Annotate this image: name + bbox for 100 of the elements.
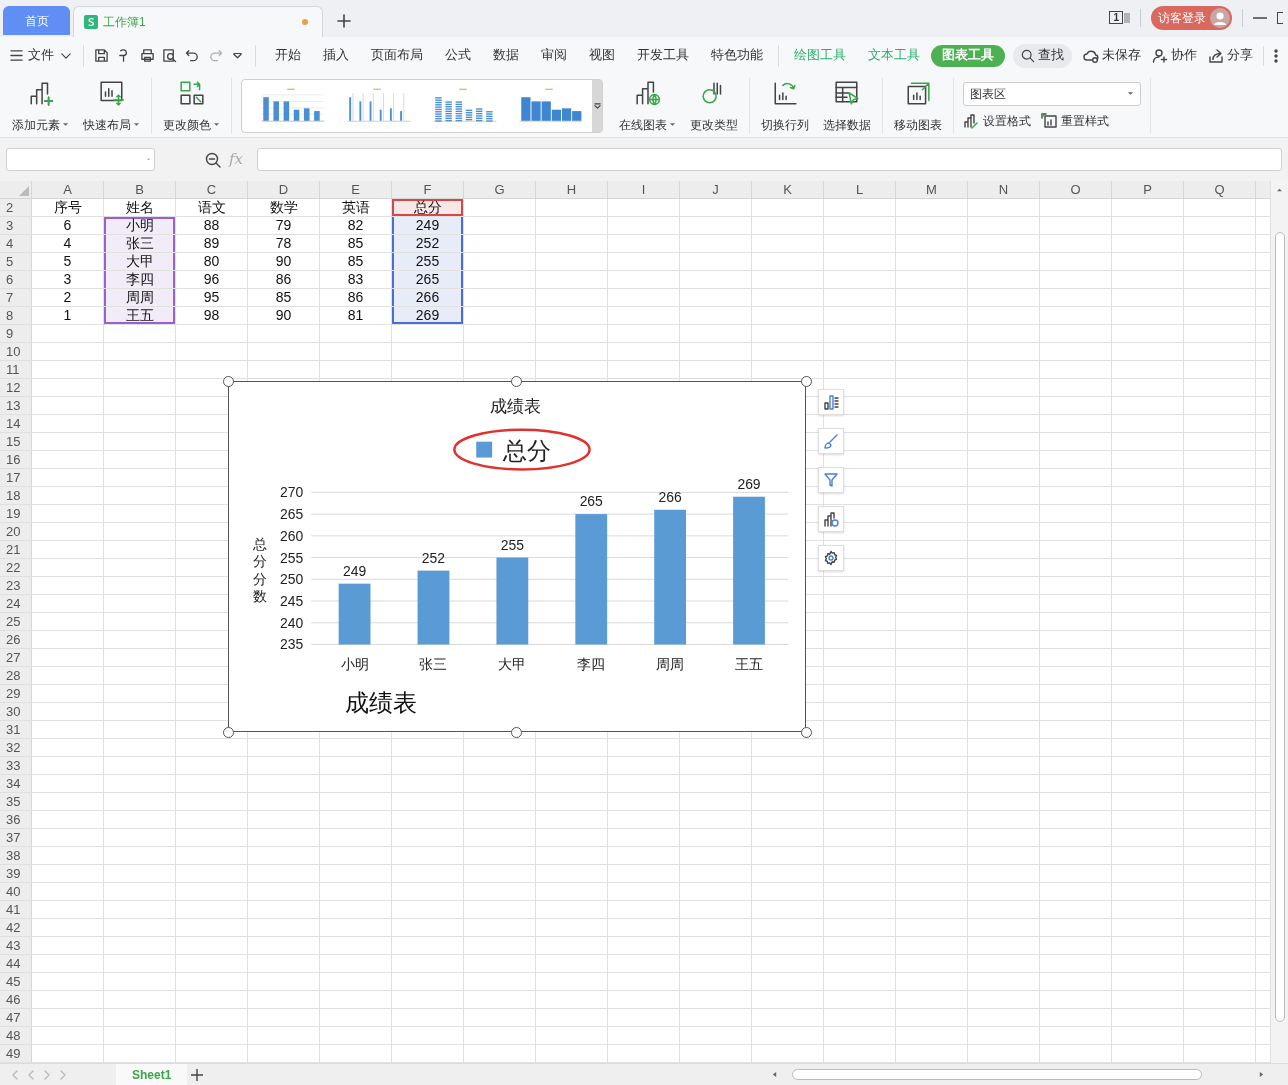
reset-button[interactable]: 重置样式 [1041, 111, 1109, 130]
row-header[interactable]: 37 [0, 829, 32, 846]
ribbon-button[interactable]: 移动图表 [890, 77, 946, 134]
column-header[interactable]: B [104, 181, 176, 198]
column-header[interactable]: H [536, 181, 608, 198]
ribbon-button[interactable]: 在线图表 [615, 77, 680, 134]
row-header[interactable]: 47 [0, 1009, 32, 1026]
row-header[interactable]: 32 [0, 739, 32, 756]
row-header[interactable]: 25 [0, 613, 32, 630]
row-header[interactable]: 16 [0, 451, 32, 468]
guest-login-button[interactable]: 访客登录 [1151, 5, 1232, 30]
row-header[interactable]: 11 [0, 361, 32, 378]
resize-handle[interactable] [222, 726, 234, 738]
ribbon-button[interactable]: 快速布局 [79, 77, 144, 134]
column-header[interactable]: O [1040, 181, 1112, 198]
row-header[interactable]: 15 [0, 433, 32, 450]
ribbon-tab[interactable]: 特色功能 [700, 44, 775, 67]
chart-area[interactable]: 成绩表 总分 235 240 245 250 255 260 265 270 总分分数 249 小明 252 张三 255 大甲 265 李四 266 周周 269 王五 成绩表 [228, 381, 806, 732]
column-header[interactable]: K [752, 181, 824, 198]
file-menu[interactable]: 文件 [10, 46, 77, 65]
row-header[interactable]: 18 [0, 487, 32, 504]
row-header[interactable]: 49 [0, 1045, 32, 1062]
column-header[interactable]: D [248, 181, 320, 198]
resize-handle[interactable] [800, 726, 812, 738]
row-header[interactable]: 42 [0, 919, 32, 936]
scrollbar-thumb[interactable] [792, 1069, 1202, 1080]
row-header[interactable]: 17 [0, 469, 32, 486]
ribbon-button[interactable]: 更改颜色 [159, 77, 224, 134]
ribbon-button[interactable]: 添加元素 [8, 77, 73, 134]
search-button[interactable]: 查找 [1013, 43, 1073, 68]
row-header[interactable]: 31 [0, 721, 32, 738]
row-header[interactable]: 14 [0, 415, 32, 432]
row-header[interactable]: 4 [0, 235, 32, 252]
resize-handle[interactable] [800, 375, 812, 387]
column-header[interactable]: L [824, 181, 896, 198]
row-header[interactable]: 45 [0, 973, 32, 990]
resize-handle[interactable] [510, 375, 522, 387]
ribbon-button[interactable]: 选择数据 [819, 77, 875, 134]
row-header[interactable]: 20 [0, 523, 32, 540]
vertical-scrollbar[interactable] [1270, 181, 1288, 1063]
more-button[interactable] [1274, 48, 1279, 63]
row-header[interactable]: 5 [0, 253, 32, 270]
chart-element-dropdown[interactable]: 图表区 [963, 81, 1141, 106]
ribbon-tab[interactable]: 公式 [434, 44, 483, 67]
row-header[interactable]: 19 [0, 505, 32, 522]
row-header[interactable]: 22 [0, 559, 32, 576]
column-header[interactable]: J [680, 181, 752, 198]
row-header[interactable]: 26 [0, 631, 32, 648]
row-header[interactable]: 3 [0, 217, 32, 234]
row-header[interactable]: 21 [0, 541, 32, 558]
row-header[interactable]: 7 [0, 289, 32, 306]
row-header[interactable]: 13 [0, 397, 32, 414]
ribbon-tab[interactable]: 插入 [312, 44, 361, 67]
cloud-button[interactable]: 未保存 [1083, 46, 1142, 65]
column-header[interactable]: A [32, 181, 104, 198]
row-header[interactable]: 43 [0, 937, 32, 954]
row-header[interactable]: 12 [0, 379, 32, 396]
row-header[interactable]: 46 [0, 991, 32, 1008]
row-header[interactable]: 41 [0, 901, 32, 918]
brush-button[interactable] [818, 428, 844, 454]
row-header[interactable]: 6 [0, 271, 32, 288]
column-header[interactable]: E [320, 181, 392, 198]
row-header[interactable]: 39 [0, 865, 32, 882]
ribbon-tab[interactable]: 开始 [264, 44, 313, 67]
ribbon-tab[interactable]: 页面布局 [360, 44, 435, 67]
column-header[interactable]: P [1112, 181, 1184, 198]
column-header[interactable]: N [968, 181, 1040, 198]
resize-handle[interactable] [510, 726, 522, 738]
ribbon-button[interactable]: 更改类型 [686, 77, 742, 134]
row-header[interactable]: 8 [0, 307, 32, 324]
column-header[interactable]: G [464, 181, 536, 198]
row-header[interactable]: 44 [0, 955, 32, 972]
row-header[interactable]: 48 [0, 1027, 32, 1044]
row-header[interactable]: 29 [0, 685, 32, 702]
gallery-scroll-button[interactable] [592, 79, 602, 132]
ribbon-tab[interactable]: 开发工具 [626, 44, 701, 67]
filter-button[interactable] [818, 467, 844, 493]
person-add-button[interactable]: 协作 [1152, 46, 1198, 65]
share-button[interactable]: 分享 [1208, 46, 1254, 65]
scrollbar-thumb[interactable] [1274, 232, 1285, 1022]
column-header[interactable]: C [176, 181, 248, 198]
row-header[interactable]: 34 [0, 775, 32, 792]
column-header[interactable]: Q [1184, 181, 1256, 198]
resize-handle[interactable] [222, 375, 234, 387]
row-header[interactable]: 38 [0, 847, 32, 864]
online-chart-button[interactable] [818, 506, 844, 532]
format-button[interactable]: 设置格式 [963, 111, 1031, 130]
row-header[interactable]: 36 [0, 811, 32, 828]
column-header[interactable]: I [608, 181, 680, 198]
zoom-button[interactable] [205, 151, 221, 168]
maximize-button[interactable] [1277, 11, 1283, 24]
column-header[interactable]: M [896, 181, 968, 198]
add-sheet-button[interactable] [191, 1068, 204, 1081]
row-header[interactable]: 35 [0, 793, 32, 810]
formula-input[interactable] [257, 148, 1282, 171]
row-header[interactable]: 27 [0, 649, 32, 666]
row-header[interactable]: 24 [0, 595, 32, 612]
ribbon-button[interactable]: 切换行列 [757, 77, 813, 134]
row-header[interactable]: 30 [0, 703, 32, 720]
row-header[interactable]: 9 [0, 325, 32, 342]
